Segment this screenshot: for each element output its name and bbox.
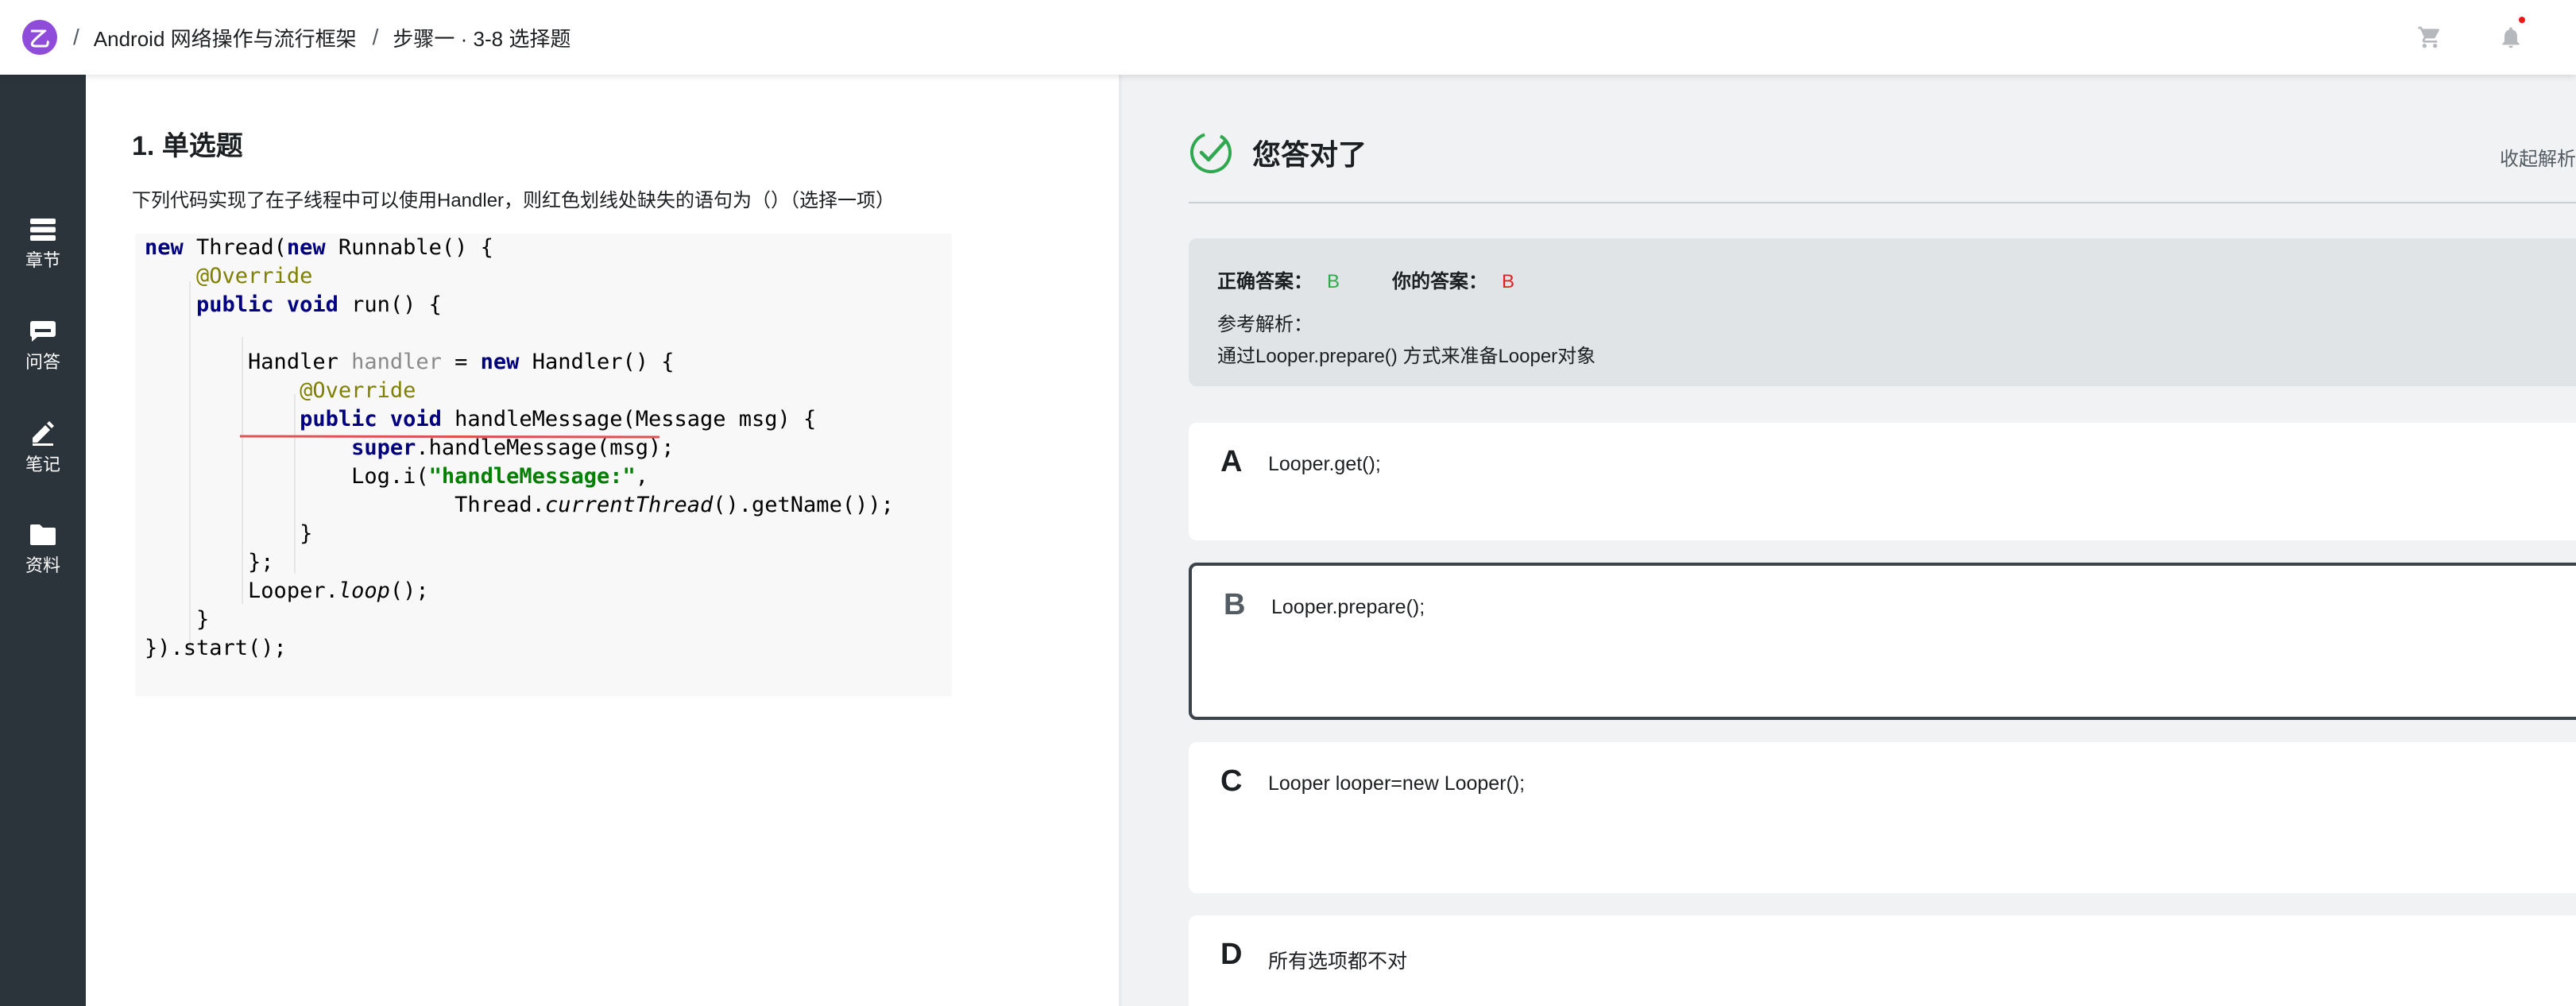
option-text: Looper.get(); xyxy=(1268,453,1381,475)
sidebar-item-qa[interactable]: 问答 xyxy=(0,307,86,386)
answer-pane: 您答对了 收起解析 正确答案： B 你的答案： B 参考解析： 通过Looper.pr… xyxy=(1122,75,2576,1006)
analysis-box: 正确答案： B 你的答案： B 参考解析： 通过Looper.prepare() 方式… xyxy=(1189,238,2576,386)
result-status: 您答对了 xyxy=(1252,138,1367,171)
option-d[interactable]: D 所有选项都不对 xyxy=(1189,915,2576,1006)
sidebar-item-label: 问答 xyxy=(25,352,60,372)
option-letter: C xyxy=(1220,764,1243,798)
your-answer-label: 你的答案： xyxy=(1392,271,1488,292)
option-c[interactable]: C Looper looper=new Looper(); xyxy=(1189,742,2576,893)
code-snippet: new Thread(new Runnable() { @Override pu… xyxy=(135,234,952,696)
your-answer-value: B xyxy=(1502,271,1515,292)
site-logo[interactable]: 乙 xyxy=(22,20,57,55)
sidebar-item-materials[interactable]: 资料 xyxy=(0,510,86,590)
bell-icon[interactable] xyxy=(2495,17,2527,53)
chapter-icon xyxy=(30,219,56,241)
folder-icon xyxy=(30,524,56,545)
code-text: new Thread(new Runnable() { @Override pu… xyxy=(145,235,894,660)
sidebar-item-label: 资料 xyxy=(25,555,60,575)
divider xyxy=(1189,202,2576,203)
option-text: Looper.prepare(); xyxy=(1271,596,1425,618)
logo-glyph: 乙 xyxy=(29,26,50,51)
check-circle-icon xyxy=(1190,132,1232,173)
option-a[interactable]: A Looper.get(); xyxy=(1189,423,2576,540)
question-pane: 1. 单选题 下列代码实现了在子线程中可以使用Handler，则红色划线处缺失的… xyxy=(86,75,1119,1006)
qa-icon xyxy=(29,321,56,342)
correct-answer-value: B xyxy=(1327,271,1340,292)
left-sidebar: 章节 问答 笔记 资料 xyxy=(0,75,86,1006)
question-description: 下列代码实现了在子线程中可以使用Handler，则红色划线处缺失的语句为（）（选… xyxy=(132,190,895,211)
sidebar-item-label: 章节 xyxy=(25,250,60,270)
option-text: Looper looper=new Looper(); xyxy=(1268,772,1526,795)
option-letter: D xyxy=(1220,938,1243,971)
question-title: 1. 单选题 xyxy=(132,131,243,161)
cart-icon[interactable] xyxy=(2414,21,2446,53)
breadcrumb-course[interactable]: Android 网络操作与流行框架 xyxy=(94,23,357,52)
breadcrumb-separator: / xyxy=(372,25,379,49)
answer-line: 正确答案： B 你的答案： B xyxy=(1217,265,1514,293)
reference-label: 参考解析： xyxy=(1217,314,1313,335)
correct-answer-label: 正确答案： xyxy=(1217,271,1313,292)
pencil-icon xyxy=(33,421,54,446)
option-letter: B xyxy=(1224,588,1246,621)
notification-dot xyxy=(2519,17,2525,23)
reference-text: 通过Looper.prepare() 方式来准备Looper对象 xyxy=(1217,346,1596,367)
option-text: 所有选项都不对 xyxy=(1268,950,1408,973)
breadcrumb-step: 步骤一 · 3-8 选择题 xyxy=(393,26,571,51)
result-header: 您答对了 xyxy=(1189,130,1367,175)
sidebar-item-chapter[interactable]: 章节 xyxy=(0,205,86,284)
sidebar-item-label: 笔记 xyxy=(25,455,60,474)
sidebar-item-notes[interactable]: 笔记 xyxy=(0,408,86,488)
option-b[interactable]: B Looper.prepare(); xyxy=(1189,563,2576,720)
breadcrumb-separator: / xyxy=(73,25,79,49)
top-header: 乙 / Android 网络操作与流行框架 / 步骤一 · 3-8 选择题 xyxy=(0,0,2576,75)
collapse-analysis-button[interactable]: 收起解析 xyxy=(2500,143,2576,171)
option-letter: A xyxy=(1220,445,1243,478)
